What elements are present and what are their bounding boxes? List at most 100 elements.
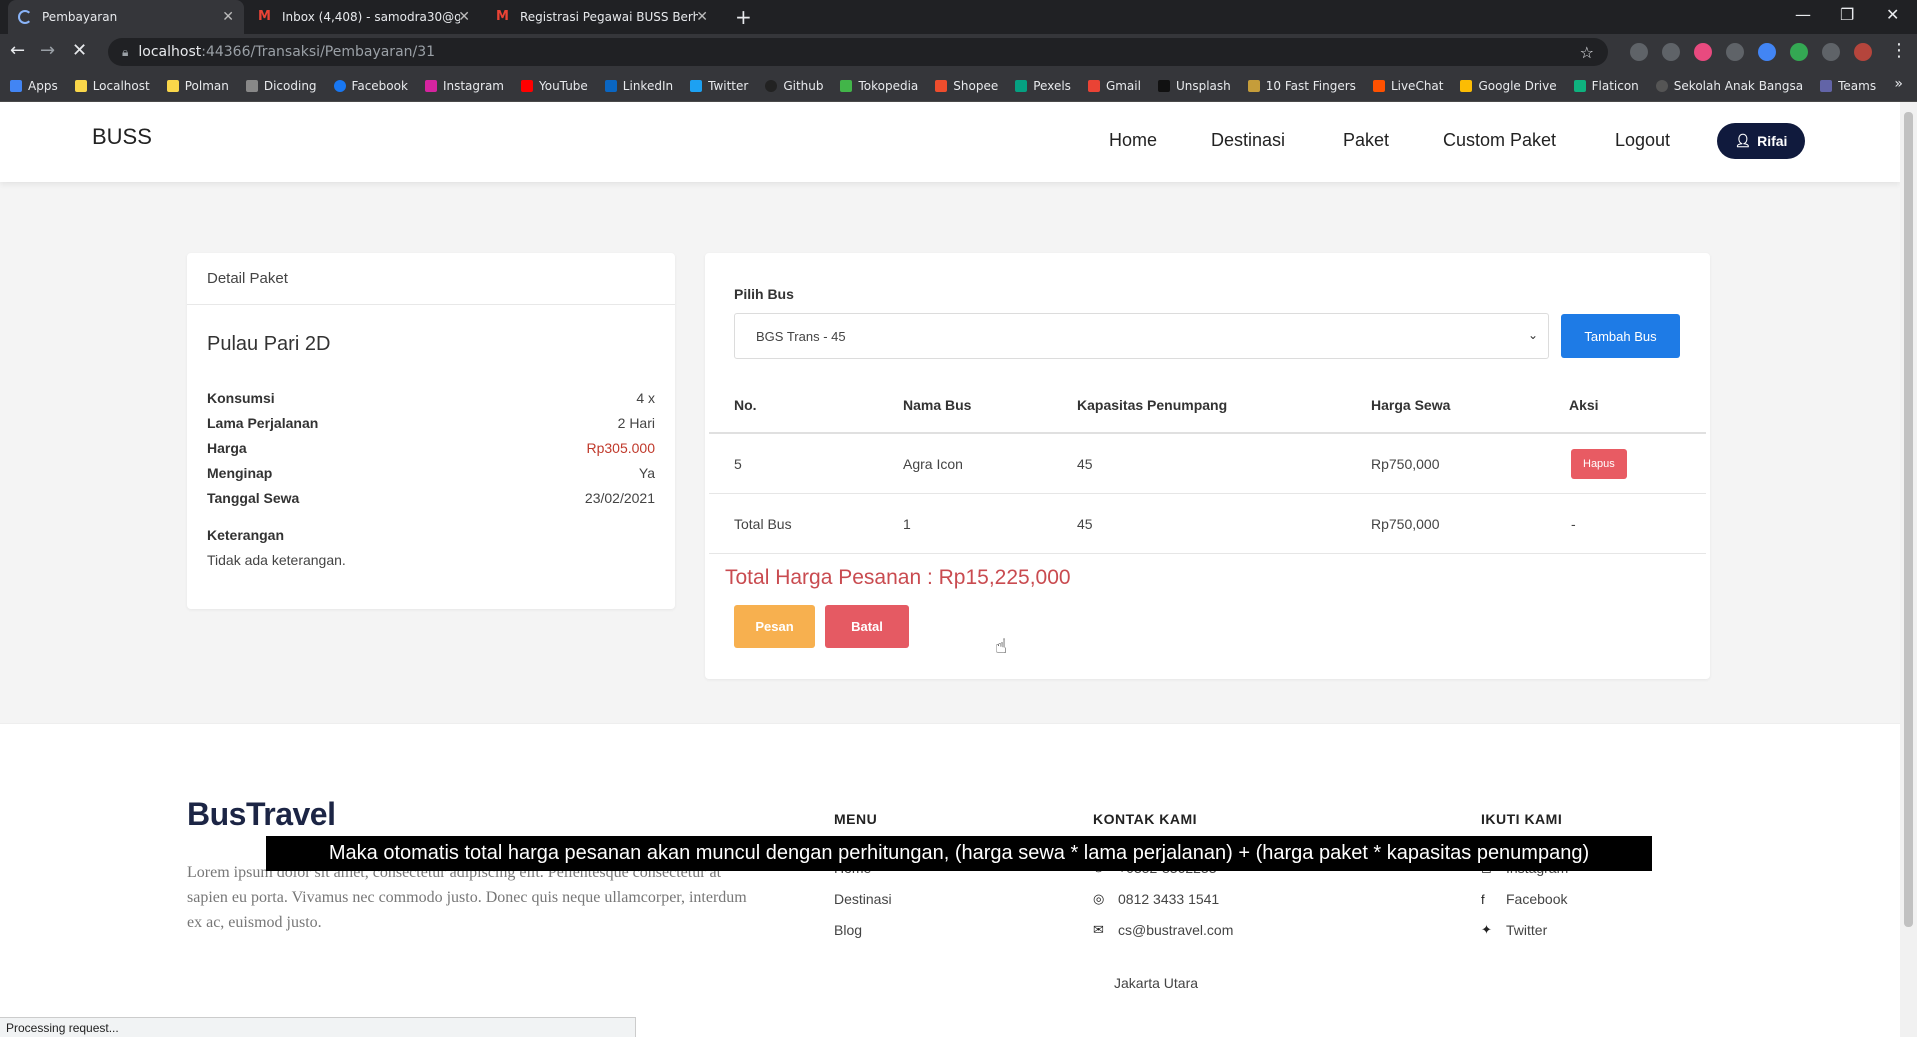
nav-destinasi[interactable]: Destinasi xyxy=(1211,130,1285,151)
user-button[interactable]: 👤︎ Rifai xyxy=(1717,123,1805,159)
facebook-icon xyxy=(333,79,346,92)
bookmark-google-drive[interactable]: Google Drive xyxy=(1460,79,1557,93)
profile-avatar[interactable] xyxy=(1854,43,1872,61)
bookmark-tokopedia[interactable]: Tokopedia xyxy=(840,79,918,93)
tab-pembayaran[interactable]: Pembayaran ✕ xyxy=(8,0,244,34)
nav-custom-paket[interactable]: Custom Paket xyxy=(1443,130,1556,151)
flaticon-icon xyxy=(1573,79,1586,92)
bookmark-dicoding[interactable]: Dicoding xyxy=(245,79,317,93)
table-header-row: No. Nama Bus Kapasitas Penumpang Harga S… xyxy=(709,378,1706,434)
back-icon[interactable]: ← xyxy=(10,40,25,61)
pilih-bus-label: Pilih Bus xyxy=(734,286,794,302)
close-tab-icon[interactable]: ✕ xyxy=(458,9,470,25)
puzzle-icon[interactable] xyxy=(1822,43,1840,61)
bookmark-teams[interactable]: Teams xyxy=(1820,79,1876,93)
new-tab-icon[interactable]: + xyxy=(735,5,752,29)
bookmark-instagram[interactable]: Instagram xyxy=(424,79,504,93)
nav-paket[interactable]: Paket xyxy=(1343,130,1389,151)
extension-icon[interactable] xyxy=(1630,43,1648,61)
url-input[interactable]: 🔒︎ localhost:44366/Transaksi/Pembayaran/… xyxy=(108,38,1608,66)
bookmark-livechat[interactable]: LiveChat xyxy=(1372,79,1443,93)
bus-table: No. Nama Bus Kapasitas Penumpang Harga S… xyxy=(709,378,1706,554)
tab-inbox[interactable]: M Inbox (4,408) - samodra30@gma ✕ xyxy=(248,0,480,34)
bus-card: Pilih Bus BGS Trans - 45 ⌄ Tambah Bus No… xyxy=(705,253,1710,679)
more-bookmarks-icon[interactable]: » xyxy=(1894,76,1903,92)
batal-button[interactable]: Batal xyxy=(825,605,909,648)
menu-dots-icon[interactable]: ⋮ xyxy=(1890,40,1908,61)
tambah-bus-button[interactable]: Tambah Bus xyxy=(1561,314,1680,358)
bus-select[interactable]: BGS Trans - 45 ⌄ xyxy=(734,313,1549,359)
footer-menu-heading: MENU xyxy=(834,811,878,827)
pexels-icon xyxy=(1015,79,1028,92)
bookmark-polman[interactable]: Polman xyxy=(166,79,229,93)
footer-email[interactable]: ✉ cs@bustravel.com xyxy=(1093,922,1233,938)
scrollbar-thumb[interactable] xyxy=(1904,112,1913,927)
restore-icon[interactable]: ❐ xyxy=(1840,5,1854,24)
footer-link-blog[interactable]: Blog xyxy=(834,922,862,938)
footer-link-destinasi[interactable]: Destinasi xyxy=(834,891,892,907)
extension-icon[interactable] xyxy=(1662,43,1680,61)
column-header: Harga Sewa xyxy=(1371,397,1451,413)
cell-nama-bus: Agra Icon xyxy=(903,455,963,472)
bookmark-github[interactable]: Github xyxy=(765,79,823,93)
bus-select-value: BGS Trans - 45 xyxy=(756,328,846,344)
hapus-button[interactable]: Hapus xyxy=(1571,448,1627,479)
gmail-icon: M xyxy=(496,9,509,24)
close-window-icon[interactable]: ✕ xyxy=(1886,5,1899,24)
site-brand[interactable]: BUSS xyxy=(92,124,152,150)
youtube-icon xyxy=(521,79,533,92)
url-host: localhost xyxy=(138,44,202,60)
url-path: :44366/Transaksi/Pembayaran/31 xyxy=(201,44,436,60)
column-header: Kapasitas Penumpang xyxy=(1077,397,1228,413)
cell-total-bus: 1 xyxy=(903,515,911,532)
bookmark-10-fast-fingers[interactable]: 10 Fast Fingers xyxy=(1247,79,1356,93)
forward-icon[interactable]: → xyxy=(40,40,55,61)
whatsapp-icon: ◎ xyxy=(1093,891,1105,906)
cell-harga-sewa: Rp750,000 xyxy=(1371,455,1440,472)
gmail-icon xyxy=(1087,79,1100,92)
stop-icon[interactable]: ✕ xyxy=(72,40,87,61)
footer-twitter[interactable]: ✦ Twitter xyxy=(1481,922,1547,938)
site-footer: BusTravel Lorem ipsum dolor sit amet, co… xyxy=(0,723,1900,1037)
table-row: 5 Agra Icon 45 Rp750,000 Hapus xyxy=(709,434,1706,494)
bookmark-sekolah-anak-bangsa[interactable]: Sekolah Anak Bangsa xyxy=(1655,79,1803,93)
bookmark-unsplash[interactable]: Unsplash xyxy=(1157,79,1231,93)
bookmark-localhost[interactable]: Localhost xyxy=(74,79,150,93)
livechat-icon xyxy=(1372,79,1385,92)
footer-facebook[interactable]: f Facebook xyxy=(1481,891,1567,907)
extension-icon[interactable] xyxy=(1726,43,1744,61)
tab-title: Registrasi Pegawai BUSS Berhasil xyxy=(520,10,698,24)
minimize-icon[interactable]: — xyxy=(1795,5,1811,24)
nav-home[interactable]: Home xyxy=(1109,130,1157,151)
footer-whatsapp: ◎ 0812 3433 1541 xyxy=(1093,891,1220,907)
close-tab-icon[interactable]: ✕ xyxy=(222,9,234,25)
detail-paket-card: Detail Paket Pulau Pari 2D Konsumsi 4 x L… xyxy=(187,253,675,609)
cell-total-label: Total Bus xyxy=(734,515,792,532)
bookmark-shopee[interactable]: Shopee xyxy=(935,79,998,93)
pesan-button[interactable]: Pesan xyxy=(734,605,815,648)
cell-total-aksi: - xyxy=(1571,515,1576,532)
github-icon xyxy=(765,79,778,92)
bookmark-pexels[interactable]: Pexels xyxy=(1015,79,1071,93)
teams-icon xyxy=(1820,79,1833,92)
bookmark-apps[interactable]: Apps xyxy=(10,79,58,93)
star-icon[interactable]: ☆ xyxy=(1580,43,1594,62)
bookmark-gmail[interactable]: Gmail xyxy=(1087,79,1141,93)
info-row-menginap: Menginap Ya xyxy=(207,465,655,481)
extension-icon[interactable] xyxy=(1758,43,1776,61)
bookmark-linkedin[interactable]: LinkedIn xyxy=(604,79,673,93)
bookmark-facebook[interactable]: Facebook xyxy=(333,79,408,93)
bookmark-flaticon[interactable]: Flaticon xyxy=(1573,79,1639,93)
extension-icon[interactable] xyxy=(1790,43,1808,61)
extension-icon[interactable] xyxy=(1694,43,1712,61)
facebook-icon: f xyxy=(1481,891,1485,907)
bookmark-youtube[interactable]: YouTube xyxy=(521,79,588,93)
nav-logout[interactable]: Logout xyxy=(1615,130,1670,151)
tab-registrasi[interactable]: M Registrasi Pegawai BUSS Berhasil ✕ xyxy=(486,0,718,34)
close-tab-icon[interactable]: ✕ xyxy=(696,9,708,25)
page-scrollbar[interactable] xyxy=(1900,102,1917,1037)
bookmark-twitter[interactable]: Twitter xyxy=(690,79,748,93)
table-total-row: Total Bus 1 45 Rp750,000 - xyxy=(709,494,1706,554)
unsplash-icon xyxy=(1157,79,1170,92)
footer-brand: BusTravel xyxy=(187,796,336,832)
